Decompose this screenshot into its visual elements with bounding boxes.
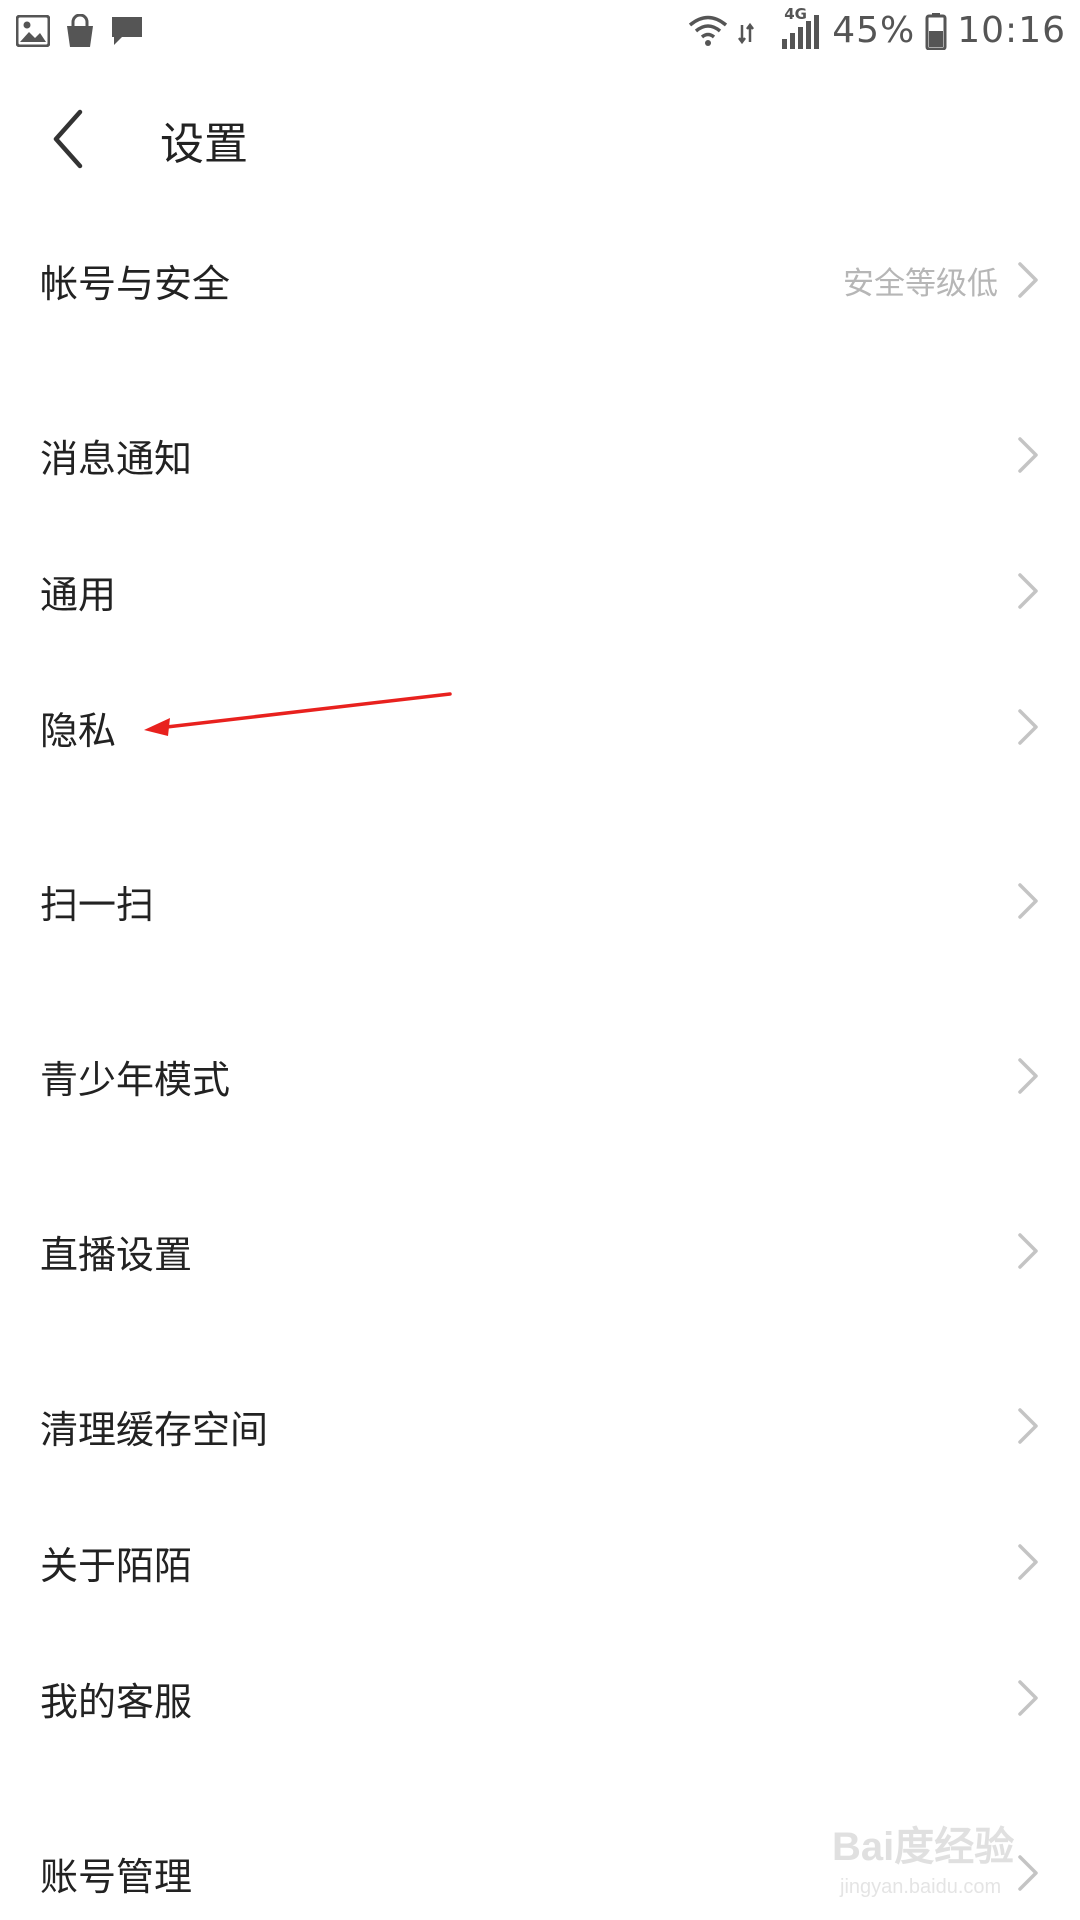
status-bar: 4G 45% 10:16 <box>0 0 1080 64</box>
chevron-right-icon <box>1018 1058 1038 1094</box>
chevron-right-icon <box>1018 1408 1038 1444</box>
chevron-right-icon <box>1018 1233 1038 1269</box>
gallery-icon <box>16 15 50 47</box>
shopping-bag-icon <box>67 14 93 47</box>
settings-item-label: 我的客服 <box>40 1679 193 1724</box>
settings-item-scan[interactable]: 扫一扫 <box>0 846 1080 956</box>
chevron-left-icon <box>53 109 83 169</box>
chevron-right-icon <box>1018 573 1038 609</box>
settings-item-clear-cache[interactable]: 清理缓存空间 <box>0 1371 1080 1481</box>
chevron-right-icon <box>1018 1680 1038 1716</box>
settings-item-label: 直播设置 <box>40 1232 193 1277</box>
chevron-right-icon <box>1018 709 1038 745</box>
settings-item-label: 消息通知 <box>40 436 193 481</box>
settings-item-label: 帐号与安全 <box>40 261 231 306</box>
watermark-logo-text: Bai度经验 <box>832 1825 1015 1869</box>
chevron-right-icon <box>1018 883 1038 919</box>
page-title: 设置 <box>160 119 248 170</box>
settings-item-live-settings[interactable]: 直播设置 <box>0 1196 1080 1306</box>
message-icon <box>112 17 142 45</box>
annotation-arrow <box>144 692 452 736</box>
settings-item-general[interactable]: 通用 <box>0 536 1080 646</box>
title-bar: 设置 <box>0 64 1080 214</box>
settings-item-about[interactable]: 关于陌陌 <box>0 1507 1080 1617</box>
settings-item-label: 隐私 <box>40 708 117 753</box>
chevron-right-icon <box>1018 437 1038 473</box>
settings-item-label: 关于陌陌 <box>40 1543 193 1588</box>
settings-item-label: 青少年模式 <box>40 1057 231 1102</box>
status-bar-right: 4G 45% 10:16 <box>688 5 1066 51</box>
settings-item-label: 账号管理 <box>40 1854 193 1899</box>
back-button[interactable] <box>40 102 100 176</box>
clock: 10:16 <box>957 10 1066 51</box>
settings-item-label: 通用 <box>40 572 117 617</box>
chevron-right-icon <box>1018 1544 1038 1580</box>
settings-item-notifications[interactable]: 消息通知 <box>0 400 1080 510</box>
watermark-url: jingyan.baidu.com <box>840 1876 1002 1898</box>
chevron-right-icon <box>1018 262 1038 298</box>
settings-item-label: 扫一扫 <box>40 882 155 927</box>
status-bar-left <box>16 14 144 48</box>
settings-item-label: 清理缓存空间 <box>40 1407 269 1452</box>
settings-item-customer-service[interactable]: 我的客服 <box>0 1643 1080 1753</box>
settings-item-teen-mode[interactable]: 青少年模式 <box>0 1021 1080 1131</box>
battery-icon <box>925 12 947 50</box>
watermark: Bai度经验 jingyan.baidu.com <box>832 1810 1052 1910</box>
security-level-value: 安全等级低 <box>843 265 998 302</box>
signal-icon <box>738 14 820 49</box>
wifi-icon <box>689 15 728 46</box>
settings-item-account-security[interactable]: 帐号与安全 安全等级低 <box>0 225 1080 335</box>
settings-screen: 4G 45% 10:16 设置 帐号与安全 安全等级低 消息通知 通用 隐私 扫… <box>0 0 1080 1920</box>
mobile-network: 4G <box>738 5 822 51</box>
battery-percent: 45% <box>832 10 916 51</box>
